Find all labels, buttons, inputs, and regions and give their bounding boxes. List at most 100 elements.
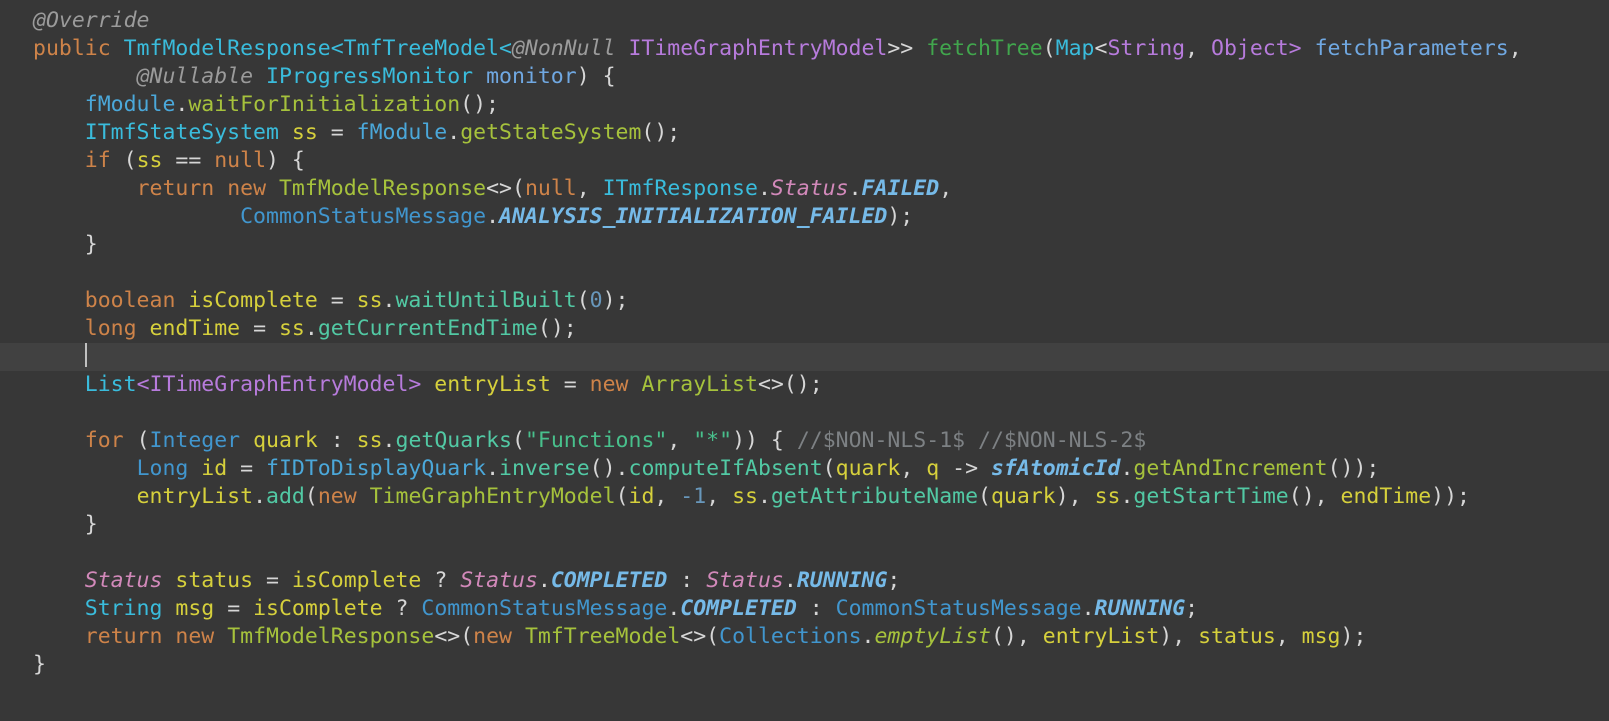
token-pun — [357, 484, 370, 509]
token-var: quark — [253, 428, 318, 453]
code-line[interactable]: boolean isComplete = ss.waitUntilBuilt(0… — [0, 287, 1609, 315]
token-pun: (), — [990, 624, 1043, 649]
code-line[interactable]: CommonStatusMessage.ANALYSIS_INITIALIZAT… — [0, 203, 1609, 231]
token-pun: <>( — [486, 176, 525, 201]
token-pun — [1302, 36, 1315, 61]
token-pun: . — [1081, 596, 1095, 621]
token-pun: = — [317, 120, 357, 145]
token-pun: (), — [1288, 484, 1341, 509]
code-line[interactable]: return new TmfModelResponse<>(new TmfTre… — [0, 623, 1609, 651]
token-pun — [33, 176, 137, 201]
token-pun — [175, 288, 188, 313]
token-kw: return — [84, 624, 163, 649]
token-pun — [33, 288, 85, 313]
token-decl: fetchTree — [926, 36, 1043, 61]
code-line[interactable]: return new TmfModelResponse<>(null, ITmf… — [0, 175, 1609, 203]
token-pun — [33, 92, 85, 117]
token-var: isComplete — [253, 596, 383, 621]
token-pun: ) { — [576, 64, 616, 89]
token-pun — [33, 204, 240, 229]
token-pun: . — [447, 120, 461, 145]
token-com: //$NON-NLS-1$ //$NON-NLS-2$ — [796, 428, 1147, 453]
token-var: quark — [990, 484, 1056, 509]
token-pun: -> — [939, 456, 991, 481]
token-pun: ), — [1159, 624, 1199, 649]
token-pun: . — [757, 176, 771, 201]
token-pun — [162, 568, 175, 593]
token-gen: String — [1107, 36, 1186, 61]
token-typ: Map — [1055, 36, 1095, 61]
token-kw: new — [589, 372, 629, 397]
code-line[interactable]: for (Integer quark : ss.getQuarks("Funct… — [0, 427, 1609, 455]
token-pun — [137, 316, 150, 341]
token-meth: TimeGraphEntryModel — [369, 484, 616, 509]
token-pun: . — [1120, 484, 1134, 509]
code-line[interactable]: if (ss == null) { — [0, 147, 1609, 175]
token-par: fetchParameters — [1314, 36, 1509, 61]
token-pun — [616, 36, 629, 61]
token-const: RUNNING — [1094, 596, 1186, 621]
code-line[interactable]: } — [0, 511, 1609, 539]
token-pun: ( — [110, 148, 137, 173]
token-kw: public — [33, 36, 111, 61]
code-line[interactable]: @Nullable IProgressMonitor monitor) { — [0, 63, 1609, 91]
token-pun: , — [1508, 36, 1522, 61]
token-pun: . — [486, 456, 500, 481]
code-line[interactable]: Status status = isComplete ? Status.COMP… — [0, 567, 1609, 595]
token-pun — [33, 596, 85, 621]
code-line[interactable] — [0, 539, 1609, 567]
code-line[interactable]: long endTime = ss.getCurrentEndTime(); — [0, 315, 1609, 343]
token-imeth: waitUntilBuilt — [395, 288, 577, 313]
code-line-current[interactable] — [0, 343, 1609, 371]
token-meth: ArrayList — [641, 372, 758, 397]
token-typ: List — [84, 372, 137, 397]
token-kw: if — [84, 148, 111, 173]
token-imeth: getStartTime — [1133, 484, 1289, 509]
token-var: ss — [1094, 484, 1121, 509]
code-line[interactable]: } — [0, 651, 1609, 679]
code-line[interactable]: entryList.add(new TimeGraphEntryModel(id… — [0, 483, 1609, 511]
code-line[interactable]: List<ITimeGraphEntryModel> entryList = n… — [0, 371, 1609, 399]
token-pun — [279, 120, 292, 145]
code-line[interactable] — [0, 399, 1609, 427]
token-pun: . — [861, 624, 875, 649]
token-pun — [266, 176, 279, 201]
token-pun: } — [33, 512, 98, 537]
code-line[interactable]: String msg = isComplete ? CommonStatusMe… — [0, 595, 1609, 623]
token-pun: (); — [641, 120, 681, 145]
token-kw: new — [317, 484, 357, 509]
token-pun: ( — [576, 288, 590, 313]
token-pun: < — [1094, 36, 1108, 61]
token-imeth: add — [266, 484, 305, 509]
token-pun: ( — [615, 484, 629, 509]
token-pun: ) { — [266, 148, 305, 173]
code-line[interactable]: ITmfStateSystem ss = fModule.getStateSys… — [0, 119, 1609, 147]
token-ann: @NonNull — [511, 36, 616, 61]
code-line[interactable]: Long id = fIDToDisplayQuark.inverse().co… — [0, 455, 1609, 483]
token-meth: waitForInitialization — [188, 92, 461, 117]
token-pun: } — [33, 232, 98, 257]
token-var: ss — [278, 316, 305, 341]
token-kw: null — [524, 176, 577, 201]
token-pun — [33, 148, 85, 173]
token-pun: = — [253, 568, 292, 593]
token-pun: <>( — [680, 624, 720, 649]
token-typ: ITmfResponse — [602, 176, 758, 201]
token-pun: . — [304, 316, 318, 341]
token-pun — [162, 624, 175, 649]
code-line[interactable]: fModule.waitForInitialization(); — [0, 91, 1609, 119]
token-meth: getStateSystem — [460, 120, 642, 145]
code-line[interactable]: } — [0, 231, 1609, 259]
token-const: COMPLETED — [680, 596, 797, 621]
token-pun — [33, 372, 85, 397]
code-line[interactable]: @Override — [0, 7, 1609, 35]
token-meth: TmfModelResponse — [278, 176, 487, 201]
token-enum: Status — [770, 176, 849, 201]
code-line[interactable] — [0, 259, 1609, 287]
code-editor[interactable]: @Override public TmfModelResponse<TmfTree… — [0, 0, 1609, 721]
code-line[interactable]: public TmfModelResponse<TmfTreeModel<@No… — [0, 35, 1609, 63]
token-const: FAILED — [861, 176, 940, 201]
token-pun: , — [900, 456, 927, 481]
token-pun: ); — [602, 288, 629, 313]
token-pun — [253, 64, 266, 89]
